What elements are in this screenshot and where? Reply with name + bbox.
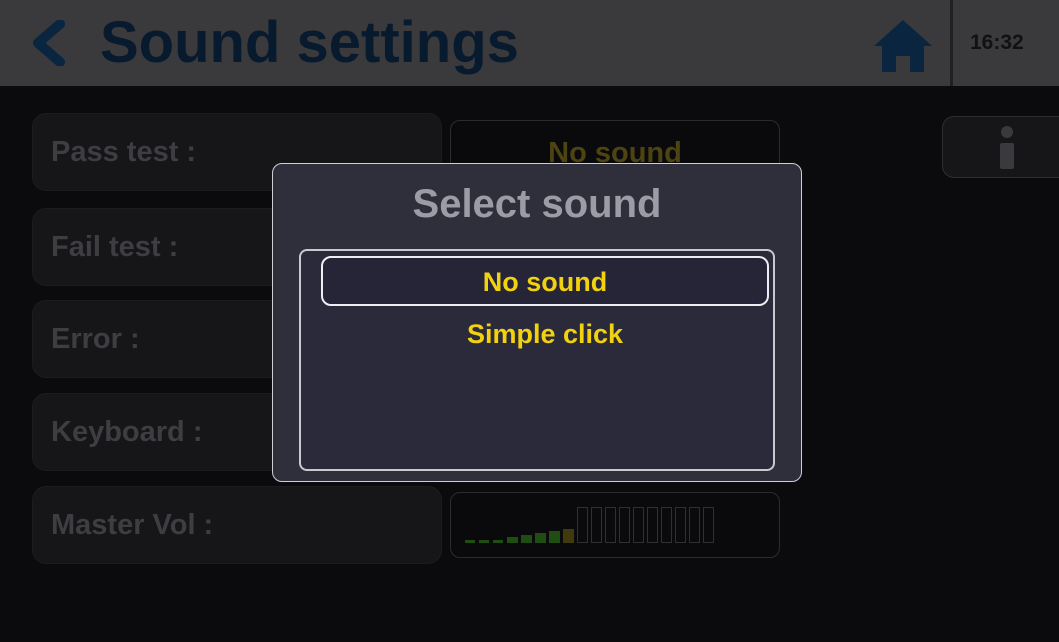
header-separator: [950, 0, 953, 86]
volume-bar-empty: [619, 507, 630, 543]
home-icon[interactable]: [872, 18, 934, 74]
page-title: Sound settings: [100, 10, 519, 75]
header-bar: Sound settings 16:32: [0, 0, 1059, 86]
info-button[interactable]: [942, 116, 1059, 178]
volume-bar-empty: [675, 507, 686, 543]
sound-option-no-sound[interactable]: No sound: [321, 256, 769, 306]
volume-bar-filled: [521, 535, 532, 543]
info-icon: [994, 125, 1020, 171]
volume-bar-filled: [535, 533, 546, 543]
volume-bar-filled: [507, 537, 518, 543]
select-sound-dialog: Select sound No sound Simple click: [272, 163, 802, 482]
volume-level-mark: [493, 540, 503, 543]
volume-bar-empty: [633, 507, 644, 543]
master-volume-slider[interactable]: [450, 492, 780, 558]
sound-options-list[interactable]: No sound Simple click: [299, 249, 775, 471]
dialog-title: Select sound: [412, 182, 662, 226]
volume-level-mark: [465, 540, 475, 543]
volume-bar-empty: [577, 507, 588, 543]
volume-bar-filled: [563, 529, 574, 543]
volume-bar-empty: [661, 507, 672, 543]
volume-level-mark: [479, 540, 489, 543]
volume-bar-empty: [591, 507, 602, 543]
volume-bar-filled: [549, 531, 560, 543]
sound-settings-screen: Sound settings 16:32 Pass test : No soun…: [0, 0, 1059, 642]
back-chevron-icon[interactable]: [28, 19, 68, 67]
volume-bar-empty: [647, 507, 658, 543]
clock: 16:32: [970, 31, 1024, 54]
sound-option-simple-click[interactable]: Simple click: [321, 310, 769, 360]
volume-bar-empty: [689, 507, 700, 543]
volume-bar-empty: [605, 507, 616, 543]
volume-bar-empty: [703, 507, 714, 543]
master-volume-label: Master Vol :: [32, 486, 442, 564]
